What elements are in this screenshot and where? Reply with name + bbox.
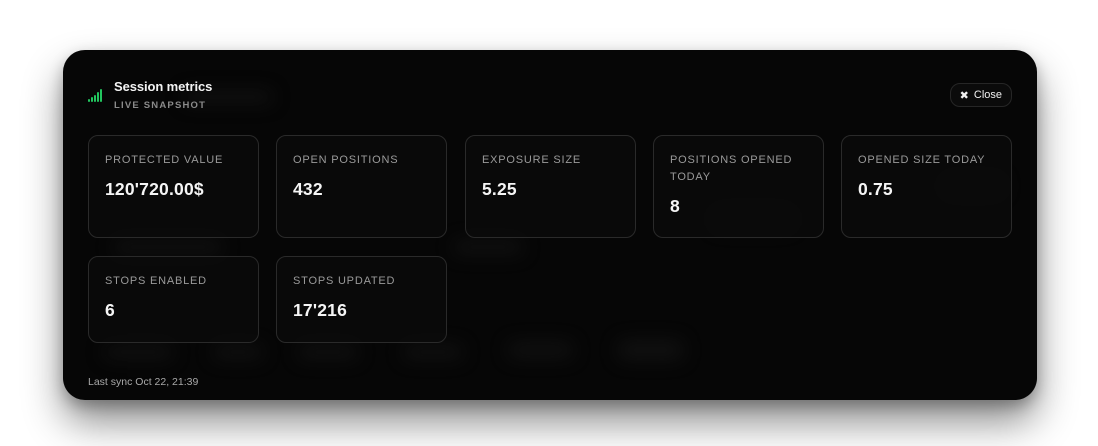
modal-title: Session metrics — [114, 79, 213, 94]
metric-label: PROTECTED VALUE — [105, 154, 224, 166]
metric-value: 5.25 — [482, 179, 517, 199]
signal-bars-icon — [88, 88, 106, 102]
metric-label: EXPOSURE SIZE — [482, 154, 582, 166]
metric-value: 120'720.00$ — [105, 179, 204, 199]
modal-subtitle: LIVE SNAPSHOT — [114, 100, 207, 111]
metric-label: OPEN POSITIONS — [293, 154, 399, 166]
metric-label: STOPS UPDATED — [293, 275, 396, 287]
metric-value: 432 — [293, 179, 323, 199]
metric-card-positions-opened-today: POSITIONS OPENED TODAY 8 — [653, 135, 824, 238]
metric-card-open-positions: OPEN POSITIONS 432 — [276, 135, 447, 238]
metric-label: OPENED SIZE TODAY — [858, 154, 986, 166]
close-x-icon: ✖ — [959, 89, 969, 102]
metric-card-opened-size-today: OPENED SIZE TODAY 0.75 — [841, 135, 1012, 238]
metric-card-exposure-size: EXPOSURE SIZE 5.25 — [465, 135, 636, 238]
metric-label: STOPS ENABLED — [105, 275, 207, 287]
metric-value: 8 — [670, 196, 680, 216]
metric-value: 0.75 — [858, 179, 893, 199]
close-button-label: Close — [973, 89, 1002, 101]
metric-card-protected-value: PROTECTED VALUE 120'720.00$ — [88, 135, 259, 238]
metric-value: 6 — [105, 300, 115, 320]
metric-card-stops-enabled: STOPS ENABLED 6 — [88, 256, 259, 343]
metric-card-stops-updated: STOPS UPDATED 17'216 — [276, 256, 447, 343]
close-button[interactable]: ✖ Close — [949, 83, 1012, 107]
metric-label: POSITIONS OPENED TODAY — [670, 154, 793, 183]
metric-value: 17'216 — [293, 300, 348, 320]
session-metrics-modal: Session metrics LIVE SNAPSHOT ✖ Close PR… — [63, 50, 1037, 400]
last-sync-text: Last sync Oct 22, 21:39 — [88, 376, 199, 388]
modal-header: Session metrics LIVE SNAPSHOT — [88, 78, 212, 111]
